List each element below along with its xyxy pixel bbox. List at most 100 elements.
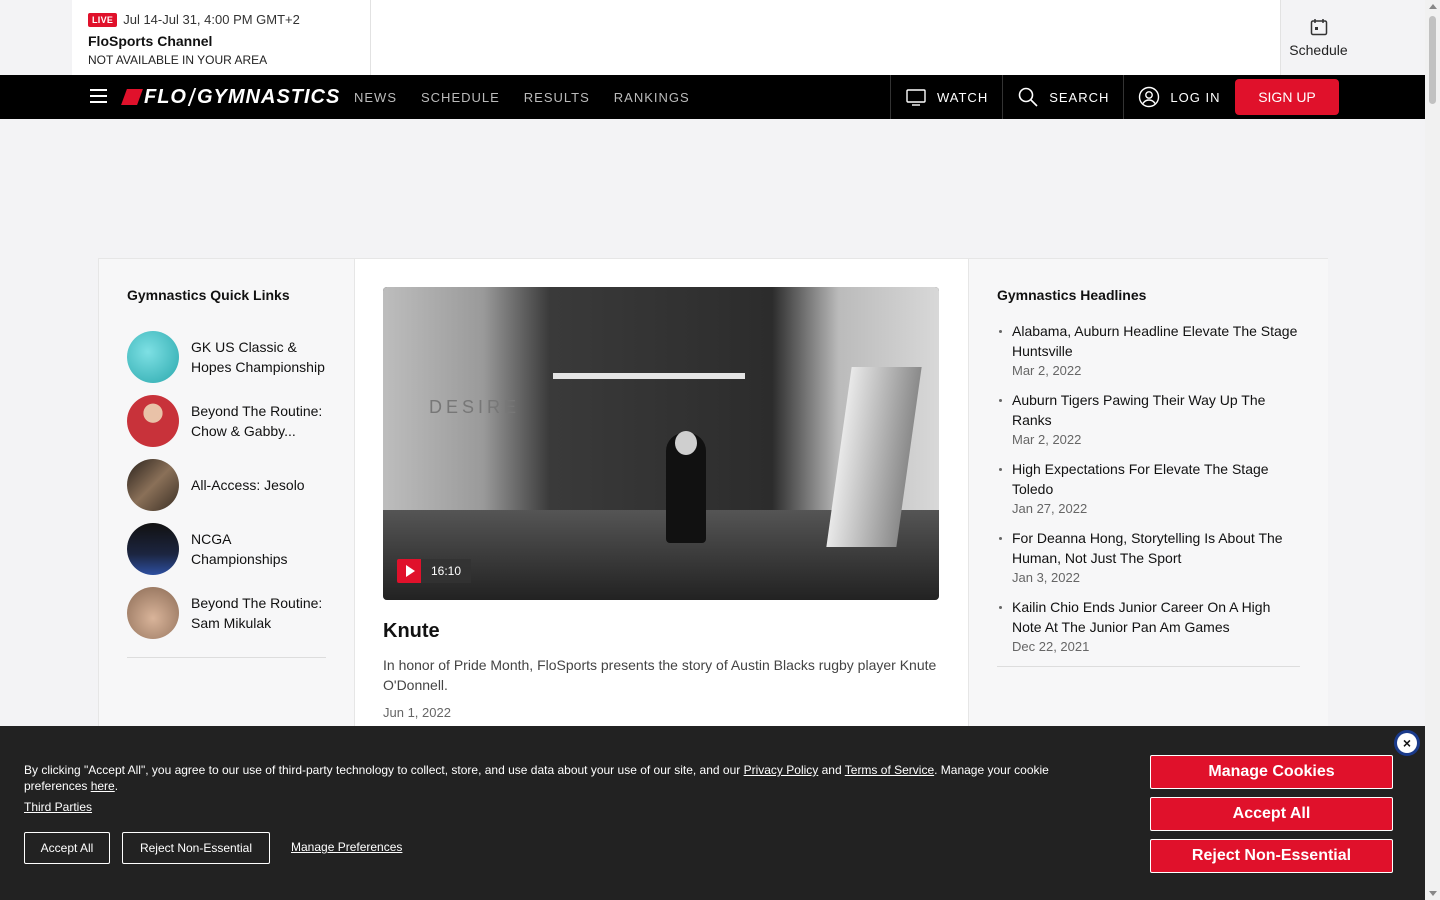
nav-links: NEWS SCHEDULE RESULTS RANKINGS [354, 75, 690, 119]
login-label: LOG IN [1170, 89, 1221, 105]
video-shelf [553, 373, 745, 379]
quick-link-item[interactable]: Beyond The Routine: Sam Mikulak [127, 581, 326, 645]
scroll-down-icon[interactable] [1429, 891, 1437, 896]
headlines-list: Alabama, Auburn Headline Elevate The Sta… [997, 321, 1300, 654]
video-wall-text: DESIRE [429, 397, 521, 417]
scrollbar-thumb[interactable] [1429, 16, 1436, 104]
terms-link[interactable]: Terms of Service [845, 763, 934, 777]
headline-item[interactable]: Kailin Chio Ends Junior Career On A High… [997, 597, 1300, 654]
nav-link-news[interactable]: NEWS [354, 90, 397, 105]
headline-item[interactable]: Alabama, Auburn Headline Elevate The Sta… [997, 321, 1300, 378]
manage-cookies-button[interactable]: Manage Cookies [1150, 755, 1393, 789]
nav-link-results[interactable]: RESULTS [524, 90, 590, 105]
calendar-icon [1310, 18, 1327, 35]
video-duration-badge: 16:10 [397, 559, 472, 583]
logo-text-sport: GYMNASTICS [197, 85, 341, 108]
cookie-prefs-here-link[interactable]: here [91, 779, 115, 793]
schedule-label: Schedule [1289, 41, 1348, 58]
headline-title: High Expectations For Elevate The Stage … [1012, 461, 1269, 497]
live-badge: LIVE [88, 12, 118, 27]
headline-item[interactable]: High Expectations For Elevate The Stage … [997, 459, 1300, 516]
monitor-icon [906, 89, 926, 106]
headline-title: Alabama, Auburn Headline Elevate The Sta… [1012, 323, 1298, 359]
menu-icon[interactable] [90, 89, 107, 103]
watch-button[interactable]: WATCH [890, 75, 1002, 119]
quick-link-thumbnail [127, 331, 179, 383]
play-icon[interactable] [397, 559, 421, 583]
video-title[interactable]: Knute [383, 620, 940, 643]
accept-all-button[interactable]: Accept All [1150, 797, 1393, 831]
accept-all-button-small[interactable]: Accept All [24, 832, 110, 864]
scroll-up-icon[interactable] [1429, 4, 1437, 9]
event-status: NOT AVAILABLE IN YOUR AREA [88, 53, 268, 67]
logo-separator [187, 88, 197, 106]
event-bar: LIVE Jul 14-Jul 31, 4:00 PM GMT+2 FloSpo… [0, 0, 1425, 75]
nav-link-schedule[interactable]: SCHEDULE [421, 90, 500, 105]
search-icon [1018, 87, 1038, 107]
cookie-banner: By clicking "Accept All", you agree to o… [0, 726, 1425, 900]
headlines-divider [997, 666, 1300, 667]
event-card[interactable]: LIVE Jul 14-Jul 31, 4:00 PM GMT+2 FloSpo… [72, 0, 371, 75]
quick-links-panel: Gymnastics Quick Links GK US Classic & H… [99, 259, 355, 727]
main-content: Gymnastics Quick Links GK US Classic & H… [98, 258, 1328, 728]
quick-link-item[interactable]: NCGA Championships [127, 517, 326, 581]
flo-logo-icon [121, 89, 143, 105]
headline-date: Mar 2, 2022 [1012, 363, 1082, 378]
site-logo[interactable]: FLO GYMNASTICS [121, 85, 341, 109]
headlines-panel: Gymnastics Headlines Alabama, Auburn Hea… [968, 259, 1328, 727]
search-label: SEARCH [1049, 89, 1110, 105]
quick-link-label: GK US Classic & Hopes Championship [191, 339, 325, 375]
nav-link-rankings[interactable]: RANKINGS [614, 90, 690, 105]
video-player[interactable]: DESIRE 16:10 [383, 287, 939, 600]
schedule-button[interactable]: Schedule [1280, 0, 1356, 75]
quick-links-list: GK US Classic & Hopes Championship Beyon… [127, 325, 326, 645]
nav-actions: WATCH SEARCH LOG IN [890, 75, 1234, 119]
video-person-head [675, 431, 697, 455]
reject-non-essential-button-small[interactable]: Reject Non-Essential [122, 832, 270, 864]
quick-links-divider [127, 657, 326, 658]
quick-link-thumbnail [127, 395, 179, 447]
quick-link-label: NCGA Championships [191, 531, 288, 567]
quick-link-item[interactable]: All-Access: Jesolo [127, 453, 326, 517]
watch-label: WATCH [937, 89, 989, 105]
video-date: Jun 1, 2022 [383, 705, 451, 720]
headline-item[interactable]: Auburn Tigers Pawing Their Way Up The Ra… [997, 390, 1300, 447]
search-button[interactable]: SEARCH [1002, 75, 1123, 119]
video-description: In honor of Pride Month, FloSports prese… [383, 657, 937, 693]
logo-text-flo: FLO [144, 85, 187, 108]
video-duration: 16:10 [421, 559, 472, 583]
quick-link-label: Beyond The Routine: Chow & Gabby... [191, 403, 323, 439]
quick-link-thumbnail [127, 459, 179, 511]
user-icon [1139, 86, 1160, 108]
cookie-text: By clicking "Accept All", you agree to o… [24, 763, 1049, 793]
headline-title: Kailin Chio Ends Junior Career On A High… [1012, 599, 1271, 635]
event-date-range: Jul 14-Jul 31, 4:00 PM GMT+2 [123, 12, 300, 27]
headlines-title: Gymnastics Headlines [997, 287, 1147, 303]
main-nav: FLO GYMNASTICS NEWS SCHEDULE RESULTS RAN… [0, 75, 1425, 119]
featured-video: DESIRE 16:10 Knute In honor of Pride Mon… [355, 259, 968, 727]
signup-button[interactable]: SIGN UP [1235, 79, 1339, 115]
privacy-policy-link[interactable]: Privacy Policy [744, 763, 819, 777]
quick-links-title: Gymnastics Quick Links [127, 287, 290, 303]
manage-preferences-link[interactable]: Manage Preferences [291, 840, 402, 854]
event-bar-fill [371, 0, 1280, 75]
third-parties-link[interactable]: Third Parties [24, 800, 92, 814]
headline-date: Mar 2, 2022 [1012, 432, 1082, 447]
headline-date: Jan 3, 2022 [1012, 570, 1080, 585]
quick-link-item[interactable]: GK US Classic & Hopes Championship [127, 325, 326, 389]
quick-link-thumbnail [127, 523, 179, 575]
headline-date: Dec 22, 2021 [1012, 639, 1090, 654]
close-banner-button[interactable]: × [1394, 730, 1420, 756]
event-meta: LIVE Jul 14-Jul 31, 4:00 PM GMT+2 [88, 12, 354, 27]
close-icon: × [1397, 733, 1417, 753]
headline-title: Auburn Tigers Pawing Their Way Up The Ra… [1012, 392, 1266, 428]
event-title: FloSports Channel [88, 33, 213, 49]
quick-link-thumbnail [127, 587, 179, 639]
quick-link-item[interactable]: Beyond The Routine: Chow & Gabby... [127, 389, 326, 453]
page-scrollbar[interactable] [1425, 0, 1440, 900]
login-button[interactable]: LOG IN [1123, 75, 1234, 119]
reject-non-essential-button[interactable]: Reject Non-Essential [1150, 839, 1393, 873]
headline-item[interactable]: For Deanna Hong, Storytelling Is About T… [997, 528, 1300, 585]
headline-date: Jan 27, 2022 [1012, 501, 1088, 516]
quick-link-label: Beyond The Routine: Sam Mikulak [191, 595, 323, 631]
